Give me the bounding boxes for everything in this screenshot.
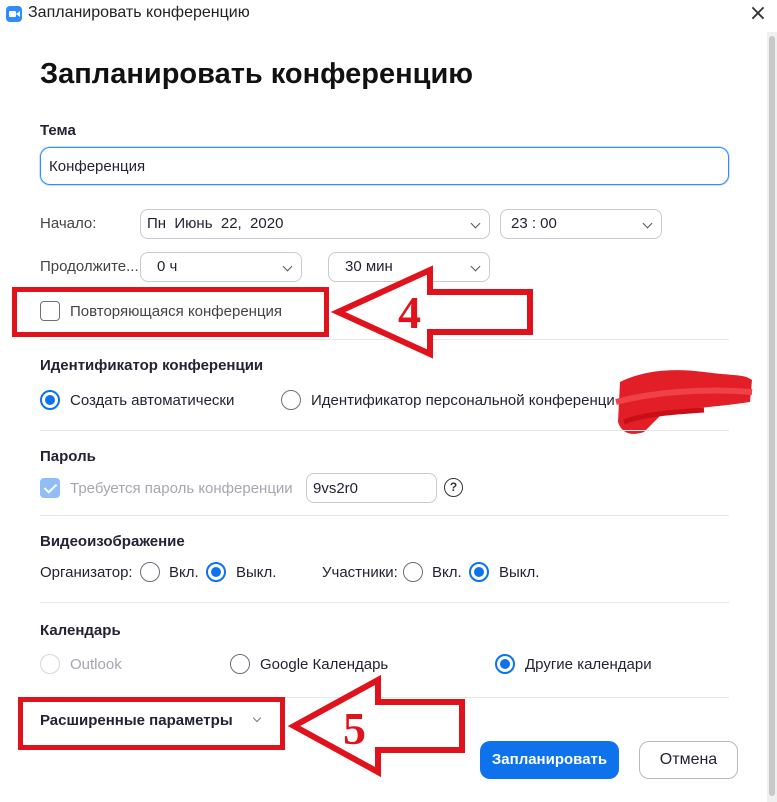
calendar-other-label[interactable]: Другие календари [525,656,652,673]
video-participants-on-radio[interactable] [403,562,423,582]
start-time-select[interactable]: 23 : 00 [500,209,662,239]
video-participants-off-radio[interactable] [469,562,489,582]
divider [40,430,729,431]
annotation-arrow-4 [330,265,533,359]
password-required-checkbox[interactable] [40,478,60,498]
divider [40,602,729,603]
video-participants-label: Участники: [322,564,398,581]
password-label: Пароль [40,448,96,465]
video-host-on-label[interactable]: Вкл. [169,564,199,581]
calendar-google-label[interactable]: Google Календарь [260,656,388,673]
video-participants-on-label[interactable]: Вкл. [432,564,462,581]
window-title: Запланировать конференцию [28,4,250,21]
password-input[interactable] [306,473,437,503]
cancel-button[interactable]: Отмена [639,741,738,779]
close-button[interactable]: × [744,2,772,26]
scrollbar-thumb[interactable] [769,36,775,796]
video-host-label: Организатор: [40,564,133,581]
video-participants-off-label[interactable]: Выкл. [499,564,539,581]
chevron-down-icon [282,261,293,272]
calendar-other-radio[interactable] [495,654,515,674]
topic-label: Тема [40,122,76,139]
question-icon[interactable]: ? [444,478,463,497]
start-date-select[interactable]: Пн Июнь 22, 2020 [140,209,490,239]
calendar-label: Календарь [40,622,121,639]
start-time-value: 23 : 00 [511,215,557,232]
video-host-off-label[interactable]: Выкл. [236,564,276,581]
video-host-on-radio[interactable] [140,562,160,582]
video-host-off-radio[interactable] [206,562,226,582]
duration-hours-select[interactable]: 0 ч [140,252,302,282]
calendar-outlook-radio[interactable] [40,654,60,674]
duration-label: Продолжите... [40,258,139,275]
calendar-outlook-label[interactable]: Outlook [70,656,122,673]
annotation-box-recurring [12,287,329,337]
page-title: Запланировать конференцию [40,58,474,90]
duration-hours-value: 0 ч [157,258,178,275]
start-label: Начало: [40,215,97,232]
divider [40,515,729,516]
chevron-down-icon [470,218,481,229]
meeting-id-personal-label[interactable]: Идентификатор персональной конференци [311,392,615,409]
annotation-number-4: 4 [398,287,421,338]
redaction-scribble [615,370,753,434]
meeting-id-label: Идентификатор конференции [40,357,264,374]
meeting-id-personal-radio[interactable] [281,390,301,410]
chevron-down-icon [642,218,653,229]
video-label: Видеоизображение [40,533,185,550]
schedule-button[interactable]: Запланировать [480,741,619,779]
annotation-box-advanced [18,697,285,750]
calendar-google-radio[interactable] [230,654,250,674]
topic-input[interactable] [40,147,729,185]
annotation-arrow-5 [287,674,465,778]
meeting-id-auto-label[interactable]: Создать автоматически [70,392,234,409]
meeting-id-auto-radio[interactable] [40,390,60,410]
zoom-app-icon [6,6,22,22]
start-date-value: Пн Июнь 22, 2020 [147,215,284,232]
annotation-number-5: 5 [343,703,366,754]
password-required-label[interactable]: Требуется пароль конференции [70,480,293,497]
